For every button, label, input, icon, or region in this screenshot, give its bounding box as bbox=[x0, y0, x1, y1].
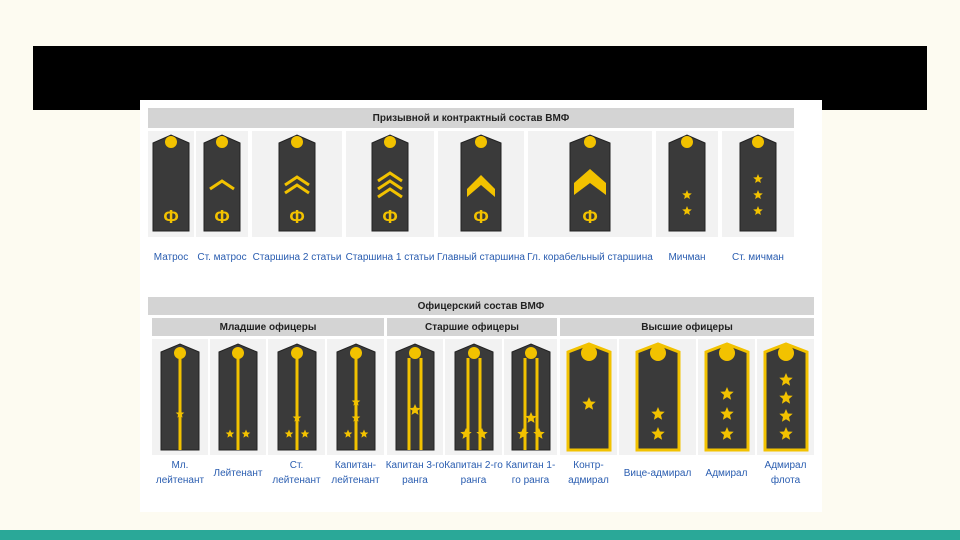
button-icon bbox=[524, 347, 537, 359]
rank-label[interactable]: Контр-адмирал bbox=[558, 456, 619, 490]
shoulder-board-icon bbox=[704, 342, 749, 452]
button-icon bbox=[777, 345, 794, 361]
shoulder-board-icon bbox=[635, 342, 680, 452]
shoulder-board-icon bbox=[160, 343, 200, 451]
button-icon bbox=[475, 136, 487, 148]
fleet-letter-emblem: Ф bbox=[163, 207, 178, 227]
rank-label[interactable]: Лейтенант bbox=[208, 456, 268, 490]
button-icon bbox=[291, 136, 303, 148]
section1-title: Призывной и контрактный состав ВМФ bbox=[148, 108, 794, 128]
shoulder-board-icon bbox=[336, 343, 375, 451]
rank-insignia-figure: Призывной и контрактный состав ВМФ Ф Матр… bbox=[140, 100, 822, 512]
shoulder-board-icon bbox=[566, 342, 611, 452]
fleet-letter-emblem: Ф bbox=[289, 207, 304, 227]
rank-label[interactable]: Гл. корабельный старшина bbox=[526, 240, 654, 274]
button-icon bbox=[718, 345, 735, 361]
button-icon bbox=[216, 136, 228, 148]
button-icon bbox=[584, 136, 596, 148]
shoulder-board-icon bbox=[668, 134, 706, 232]
shoulder-board-icon: Ф bbox=[152, 134, 190, 232]
group-senior-officers: Старшие офицеры bbox=[387, 318, 557, 336]
fleet-letter-emblem: Ф bbox=[382, 207, 397, 227]
group-junior-officers: Младшие офицеры bbox=[152, 318, 384, 336]
rank-label[interactable]: Капитан 2-го ранга bbox=[443, 456, 504, 490]
shoulder-board-icon: Ф bbox=[569, 134, 611, 232]
button-icon bbox=[467, 347, 480, 359]
button-icon bbox=[649, 345, 666, 361]
rank-label[interactable]: Капитан-лейтенант bbox=[325, 456, 386, 490]
rank-label[interactable]: Главный старшина bbox=[436, 240, 526, 274]
fleet-letter-emblem: Ф bbox=[214, 207, 229, 227]
shoulder-board-icon: Ф bbox=[371, 134, 409, 232]
rank-label[interactable]: Старшина 1 статьи bbox=[344, 240, 436, 274]
rank-label[interactable]: Ст. матрос bbox=[194, 240, 250, 274]
shoulder-board-icon bbox=[454, 343, 493, 451]
button-icon bbox=[384, 136, 396, 148]
rank-label[interactable]: Адмирал флота bbox=[755, 456, 816, 490]
group-high-officers: Высшие офицеры bbox=[560, 318, 814, 336]
button-icon bbox=[232, 347, 244, 359]
shoulder-board-icon: Ф bbox=[203, 134, 241, 232]
button-icon bbox=[174, 347, 186, 359]
rank-label[interactable]: Мл. лейтенант bbox=[150, 456, 210, 490]
button-icon bbox=[752, 136, 764, 148]
shoulder-board-icon bbox=[739, 134, 777, 232]
shoulder-board-icon bbox=[277, 343, 316, 451]
fleet-letter-emblem: Ф bbox=[582, 207, 597, 227]
rank-label[interactable]: Вице-адмирал bbox=[617, 456, 698, 490]
rank-label[interactable]: Мичман bbox=[654, 240, 720, 274]
rank-label[interactable]: Капитан 3-го ранга bbox=[385, 456, 445, 490]
shoulder-board-icon bbox=[511, 343, 550, 451]
rank-label[interactable]: Адмирал bbox=[696, 456, 757, 490]
button-icon bbox=[349, 347, 362, 359]
rank-label[interactable]: Старшина 2 статьи bbox=[250, 240, 344, 274]
fleet-letter-emblem: Ф bbox=[473, 207, 488, 227]
shoulder-board-icon bbox=[395, 343, 435, 451]
shoulder-board-icon: Ф bbox=[460, 134, 502, 232]
shoulder-board-icon bbox=[218, 343, 258, 451]
section2-title: Офицерский состав ВМФ bbox=[148, 297, 814, 315]
button-icon bbox=[290, 347, 303, 359]
button-icon bbox=[580, 345, 597, 361]
button-icon bbox=[165, 136, 177, 148]
button-icon bbox=[681, 136, 693, 148]
rank-label[interactable]: Ст. лейтенант bbox=[266, 456, 327, 490]
rank-label[interactable]: Капитан 1-го ранга bbox=[502, 456, 559, 490]
button-icon bbox=[409, 347, 421, 359]
rank-label[interactable]: Матрос bbox=[146, 240, 196, 274]
rank-label[interactable]: Ст. мичман bbox=[720, 240, 796, 274]
shoulder-board-icon bbox=[763, 342, 808, 452]
bottom-accent-strip bbox=[0, 530, 960, 540]
shoulder-board-icon: Ф bbox=[278, 134, 316, 232]
